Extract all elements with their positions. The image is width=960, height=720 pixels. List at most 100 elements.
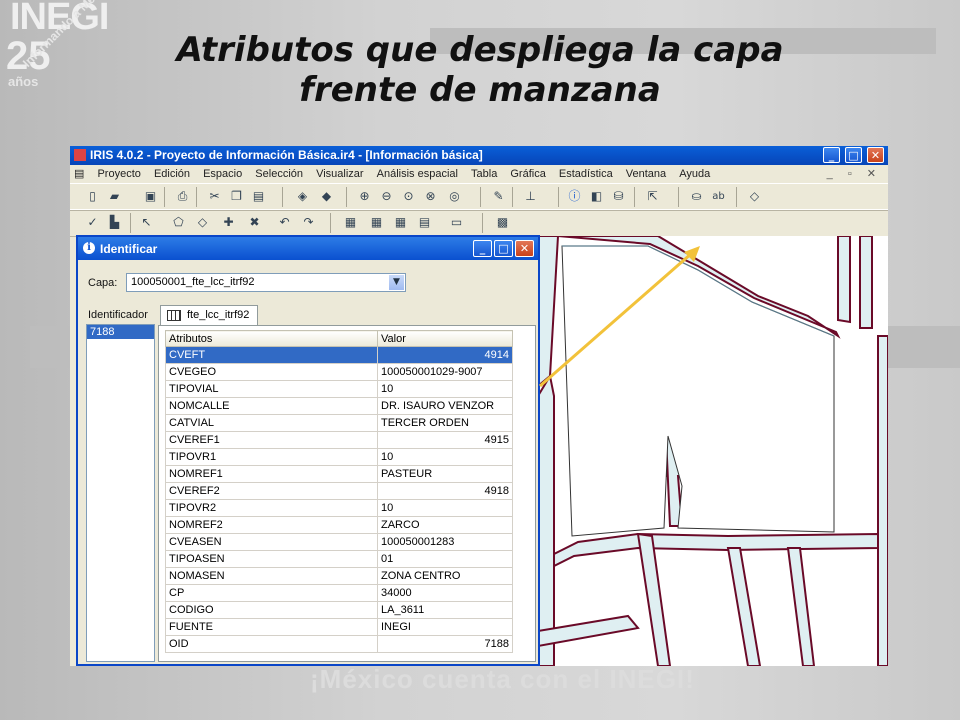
menu-ayuda[interactable]: Ayuda: [674, 166, 715, 182]
attribute-value-cell[interactable]: DR. ISAURO VENZOR: [377, 397, 513, 415]
attribute-name-cell[interactable]: CP: [165, 584, 378, 602]
attribute-value-cell[interactable]: 4914: [377, 346, 513, 364]
table-row[interactable]: OID 7188: [165, 635, 513, 653]
table-row[interactable]: CP 34000: [165, 584, 513, 602]
menu-tabla[interactable]: Tabla: [466, 166, 502, 182]
table-row[interactable]: TIPOVR2 10: [165, 499, 513, 517]
maximize-button[interactable]: □: [845, 147, 862, 163]
identify-icon[interactable]: ◧: [588, 188, 605, 205]
save-icon[interactable]: ▣: [142, 188, 159, 205]
edit-icon[interactable]: ✓: [84, 214, 101, 231]
menu-ventana[interactable]: Ventana: [621, 166, 671, 182]
menu-doc-icon[interactable]: ▤: [70, 165, 89, 182]
open-icon[interactable]: ▰: [106, 188, 123, 205]
attribute-value-cell[interactable]: 100050001283: [377, 533, 513, 551]
dialog-maximize-button[interactable]: □: [494, 240, 513, 257]
zoom-in-icon[interactable]: ⊕: [356, 188, 373, 205]
new-icon[interactable]: ▯: [84, 188, 101, 205]
table-row[interactable]: CVEASEN 100050001283: [165, 533, 513, 551]
copy-icon[interactable]: ❐: [228, 188, 245, 205]
symbol-icon[interactable]: ◇: [746, 188, 763, 205]
attribute-name-cell[interactable]: CVEREF1: [165, 431, 378, 449]
table-row[interactable]: NOMREF1 PASTEUR: [165, 465, 513, 483]
attribute-name-cell[interactable]: OID: [165, 635, 378, 653]
attribute-value-cell[interactable]: LA_3611: [377, 601, 513, 619]
attribute-name-cell[interactable]: CVEREF2: [165, 482, 378, 500]
menu-edicion[interactable]: Edición: [149, 166, 195, 182]
map-view[interactable]: [538, 236, 888, 666]
pencil-icon[interactable]: ✎: [490, 188, 507, 205]
table-row[interactable]: TIPOVIAL 10: [165, 380, 513, 398]
attribute-value-cell[interactable]: 01: [377, 550, 513, 568]
add-icon[interactable]: ✚: [220, 214, 237, 231]
table-row[interactable]: CVEFT 4914: [165, 346, 513, 364]
table-row[interactable]: FUENTE INEGI: [165, 618, 513, 636]
column-header-atributos[interactable]: Atributos: [165, 330, 378, 347]
close-button[interactable]: ✕: [867, 147, 884, 163]
select-icon[interactable]: ⇱: [644, 188, 661, 205]
dialog-minimize-button[interactable]: _: [473, 240, 492, 257]
cut-icon[interactable]: ✂: [206, 188, 223, 205]
attribute-name-cell[interactable]: NOMASEN: [165, 567, 378, 585]
list-item[interactable]: 7188: [87, 325, 154, 339]
attribute-name-cell[interactable]: FUENTE: [165, 618, 378, 636]
attribute-name-cell[interactable]: CODIGO: [165, 601, 378, 619]
attribute-value-cell[interactable]: PASTEUR: [377, 465, 513, 483]
attribute-value-cell[interactable]: 7188: [377, 635, 513, 653]
attribute-name-cell[interactable]: CVEGEO: [165, 363, 378, 381]
table-row[interactable]: CVEGEO 100050001029-9007: [165, 363, 513, 381]
attribute-value-cell[interactable]: 4918: [377, 482, 513, 500]
zoom-out-icon[interactable]: ⊖: [378, 188, 395, 205]
table-row[interactable]: CVEREF1 4915: [165, 431, 513, 449]
attribute-value-cell[interactable]: 10: [377, 380, 513, 398]
attribute-name-cell[interactable]: CVEFT: [165, 346, 378, 364]
table-row[interactable]: NOMASEN ZONA CENTRO: [165, 567, 513, 585]
print-icon[interactable]: ⎙: [174, 188, 191, 205]
attribute-name-cell[interactable]: CATVIAL: [165, 414, 378, 432]
layers-icon[interactable]: ◈: [294, 188, 311, 205]
minimize-button[interactable]: _: [823, 147, 840, 163]
dialog-close-button[interactable]: ✕: [515, 240, 534, 257]
table-row[interactable]: NOMCALLE DR. ISAURO VENZOR: [165, 397, 513, 415]
attribute-value-cell[interactable]: INEGI: [377, 618, 513, 636]
mdi-window-controls[interactable]: _ ▫ ✕: [827, 167, 882, 180]
attribute-name-cell[interactable]: TIPOVR1: [165, 448, 378, 466]
table-icon[interactable]: ▦: [368, 214, 385, 231]
menu-visualizar[interactable]: Visualizar: [311, 166, 369, 182]
zoom-extent-icon[interactable]: ⊗: [422, 188, 439, 205]
fill-icon[interactable]: ⛀: [688, 188, 705, 205]
attribute-name-cell[interactable]: NOMREF1: [165, 465, 378, 483]
label-icon[interactable]: ab: [710, 188, 727, 205]
attribute-name-cell[interactable]: NOMREF2: [165, 516, 378, 534]
capa-select[interactable]: 100050001_fte_lcc_itrf92 ▼: [126, 273, 406, 292]
menu-analisis-espacial[interactable]: Análisis espacial: [372, 166, 463, 182]
menu-seleccion[interactable]: Selección: [250, 166, 308, 182]
table-row[interactable]: NOMREF2 ZARCO: [165, 516, 513, 534]
join-icon[interactable]: ▦: [392, 214, 409, 231]
attribute-value-cell[interactable]: 34000: [377, 584, 513, 602]
polygon-icon[interactable]: ⬠: [170, 214, 187, 231]
menu-estadistica[interactable]: Estadística: [554, 166, 618, 182]
attribute-value-cell[interactable]: 10: [377, 499, 513, 517]
shape-icon[interactable]: ◇: [194, 214, 211, 231]
select-layer-icon[interactable]: ◆: [318, 188, 335, 205]
sql-icon[interactable]: ▦: [342, 214, 359, 231]
undo-icon[interactable]: ↶: [276, 214, 293, 231]
menu-grafica[interactable]: Gráfica: [505, 166, 550, 182]
identificador-list[interactable]: 7188: [86, 324, 155, 662]
report-icon[interactable]: ▭: [448, 214, 465, 231]
table-row[interactable]: TIPOASEN 01: [165, 550, 513, 568]
attribute-value-cell[interactable]: 10: [377, 448, 513, 466]
zoom-select-icon[interactable]: ◎: [446, 188, 463, 205]
relate-icon[interactable]: ▤: [416, 214, 433, 231]
attribute-name-cell[interactable]: NOMCALLE: [165, 397, 378, 415]
delete-icon[interactable]: ✖: [246, 214, 263, 231]
info-icon[interactable]: ⓘ: [566, 188, 583, 205]
redo-icon[interactable]: ↷: [300, 214, 317, 231]
menu-proyecto[interactable]: Proyecto: [92, 166, 145, 182]
tab-fte-lcc-itrf92[interactable]: fte_lcc_itrf92: [160, 305, 258, 325]
zoom-window-icon[interactable]: ⊙: [400, 188, 417, 205]
column-header-valor[interactable]: Valor: [377, 330, 513, 347]
attribute-name-cell[interactable]: TIPOVIAL: [165, 380, 378, 398]
table-row[interactable]: CODIGO LA_3611: [165, 601, 513, 619]
